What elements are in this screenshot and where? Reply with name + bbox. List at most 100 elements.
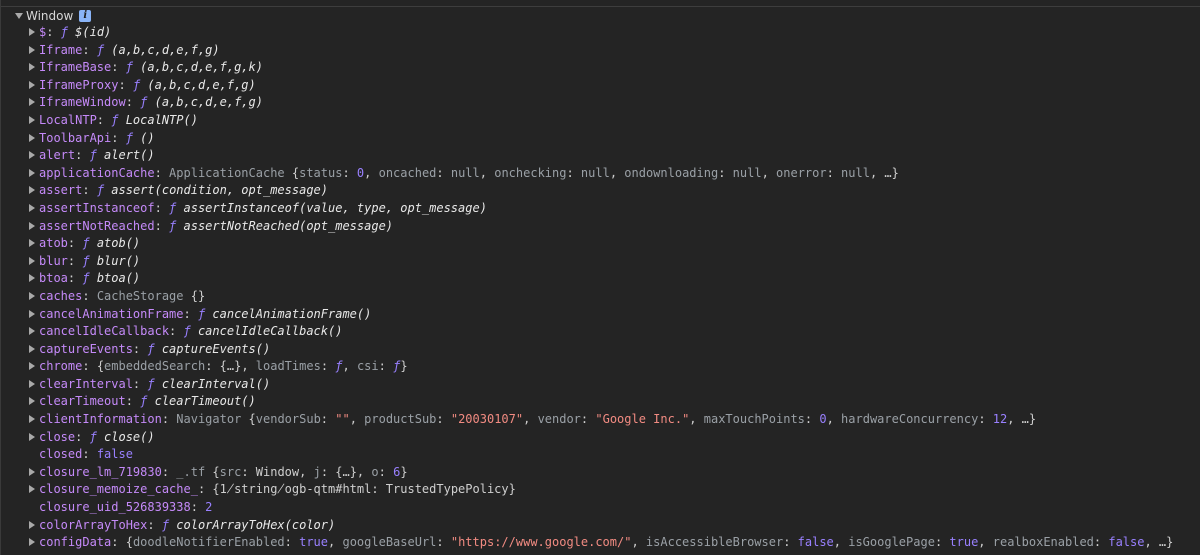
key-separator: :	[75, 148, 90, 163]
value-token: ,	[833, 535, 849, 550]
property-row[interactable]: assertInstanceof: ƒ assertInstanceof(val…	[29, 200, 1200, 218]
value-token: ƒ	[96, 42, 112, 57]
value-token: null	[580, 165, 610, 180]
key-separator: :	[96, 112, 112, 127]
property-value: CacheStorage {}	[97, 289, 205, 303]
property-value: ƒ cancelIdleCallback()	[184, 324, 343, 338]
property-row[interactable]: caches: CacheStorage {}	[29, 288, 1200, 306]
property-row[interactable]: closed: false	[29, 446, 1200, 464]
value-token: ,	[328, 535, 343, 550]
value-token: :	[783, 535, 798, 550]
value-token: atob()	[96, 236, 141, 251]
value-token: :	[342, 165, 357, 180]
value-token: :	[804, 412, 820, 427]
value-token: ƒ	[140, 95, 155, 110]
value-token: vendorSub	[255, 412, 321, 427]
key-separator: :	[125, 95, 141, 110]
property-value: ƒ assert(condition, opt_message)	[97, 183, 328, 197]
value-token: :	[580, 412, 596, 427]
value-token: ƒ	[82, 253, 97, 268]
property-row[interactable]: btoa: ƒ btoa()	[29, 270, 1200, 288]
property-row[interactable]: closure_lm_719830: _.tf {src: Window, j:…	[29, 464, 1200, 482]
value-token: "Google Inc."	[595, 412, 690, 427]
property-row[interactable]: assert: ƒ assert(condition, opt_message)	[29, 182, 1200, 200]
window-object-header[interactable]: Window i	[15, 7, 92, 24]
property-row[interactable]: IframeProxy: ƒ (a,b,c,d,e,f,g)	[29, 77, 1200, 95]
property-key: closed	[39, 447, 83, 462]
property-row[interactable]: IframeWindow: ƒ (a,b,c,d,e,f,g)	[29, 94, 1200, 112]
property-row[interactable]: close: ƒ close()	[29, 429, 1200, 447]
panel-divider	[1, 6, 1200, 7]
property-key: IframeProxy	[39, 77, 119, 92]
value-token: csi	[356, 359, 379, 374]
value-token: :	[826, 165, 842, 180]
property-value: ƒ atob()	[82, 236, 140, 250]
property-key: LocalNTP	[39, 112, 97, 127]
value-token: 12	[992, 412, 1008, 427]
property-row[interactable]: alert: ƒ alert()	[29, 147, 1200, 165]
property-value: ƒ colorArrayToHex(color)	[162, 518, 335, 532]
value-token: realboxEnabled	[992, 535, 1094, 550]
property-row[interactable]: closure_uid_526839338: 2	[29, 499, 1200, 517]
value-token: isAccessibleBrowser	[645, 535, 784, 550]
value-token: ƒ	[169, 218, 184, 233]
property-value: ƒ (a,b,c,d,e,f,g,k)	[126, 60, 263, 74]
property-row[interactable]: captureEvents: ƒ captureEvents()	[29, 341, 1200, 359]
property-row[interactable]: atob: ƒ atob()	[29, 235, 1200, 253]
property-row[interactable]: assertNotReached: ƒ assertNotReached(opt…	[29, 218, 1200, 236]
value-token: ,	[364, 165, 379, 180]
value-token: false	[96, 447, 133, 462]
value-token: }	[400, 464, 408, 479]
value-token: :	[378, 359, 394, 374]
property-key: clearTimeout	[39, 394, 126, 409]
value-token: ƒ	[183, 324, 198, 339]
value-token: status	[299, 165, 343, 180]
property-row[interactable]: LocalNTP: ƒ LocalNTP()	[29, 112, 1200, 130]
property-row[interactable]: $: ƒ $(id)	[29, 24, 1200, 42]
key-separator: :	[154, 165, 170, 180]
value-token: ƒ	[169, 200, 184, 215]
expand-triangle-icon[interactable]	[15, 12, 23, 19]
property-key: cancelIdleCallback	[39, 324, 170, 339]
property-row[interactable]: configData: {doodleNotifierEnabled: true…	[29, 534, 1200, 552]
value-token: assert(condition, opt_message)	[111, 183, 329, 198]
value-token: , …}	[869, 165, 899, 180]
value-token: ƒ	[60, 25, 76, 39]
value-token: colorArrayToHex(color)	[176, 517, 336, 532]
property-row[interactable]: blur: ƒ blur()	[29, 253, 1200, 271]
property-row[interactable]: colorArrayToHex: ƒ colorArrayToHex(color…	[29, 517, 1200, 535]
property-row[interactable]: clearTimeout: ƒ clearTimeout()	[29, 393, 1200, 411]
property-row[interactable]: applicationCache: ApplicationCache {stat…	[29, 165, 1200, 183]
info-icon[interactable]: i	[79, 9, 92, 22]
value-token: ,	[761, 165, 777, 180]
key-separator: :	[125, 394, 141, 409]
value-token: cancelAnimationFrame()	[212, 306, 372, 321]
property-row[interactable]: IframeBase: ƒ (a,b,c,d,e,f,g,k)	[29, 59, 1200, 77]
property-row[interactable]: clientInformation: Navigator {vendorSub:…	[29, 411, 1200, 429]
property-row[interactable]: cancelAnimationFrame: ƒ cancelAnimationF…	[29, 306, 1200, 324]
value-token: :	[978, 412, 993, 427]
value-token: maxTouchPoints	[703, 412, 805, 427]
property-row[interactable]: closure_memoize_cache_: {1̸string̸ogb-qt…	[29, 481, 1200, 499]
property-key: assertNotReached	[39, 218, 155, 233]
property-key: alert	[39, 148, 76, 163]
property-row[interactable]: chrome: {embeddedSearch: {…}, loadTimes:…	[29, 358, 1200, 376]
property-row[interactable]: ToolbarApi: ƒ ()	[29, 130, 1200, 148]
value-token: :	[320, 359, 336, 374]
property-row[interactable]: cancelIdleCallback: ƒ cancelIdleCallback…	[29, 323, 1200, 341]
value-token: :	[566, 165, 581, 180]
property-value: ƒ alert()	[90, 148, 155, 162]
property-value: {1̸string̸ogb-qtm#html: TrustedTypePolic…	[212, 482, 515, 496]
property-key: clientInformation	[39, 412, 162, 427]
property-row[interactable]: Iframe: ƒ (a,b,c,d,e,f,g)	[29, 42, 1200, 60]
property-value: ƒ assertInstanceof(value, type, opt_mess…	[169, 201, 487, 215]
key-separator: :	[75, 429, 90, 444]
property-list: $: ƒ $(id) Iframe: ƒ (a,b,c,d,e,f,g) Ifram…	[29, 24, 1200, 552]
property-value: ƒ cancelAnimationFrame()	[198, 307, 371, 321]
console-panel: Window i $: ƒ $(id) Iframe: ƒ (a,b,c,d,e,…	[0, 0, 1200, 555]
property-row[interactable]: clearInterval: ƒ clearInterval()	[29, 376, 1200, 394]
property-value: {doodleNotifierEnabled: true, googleBase…	[126, 535, 1174, 549]
property-value: ƒ $(id)	[61, 25, 112, 39]
value-token: loadTimes	[255, 359, 321, 374]
key-separator: :	[82, 359, 97, 374]
